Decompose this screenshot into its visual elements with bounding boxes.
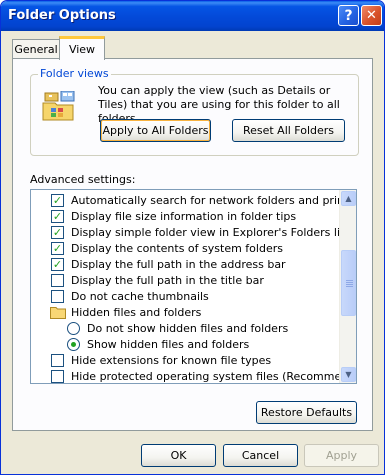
scroll-thumb[interactable] (341, 250, 356, 316)
close-button[interactable]: ✕ (361, 5, 382, 26)
unchecked-checkbox-icon[interactable] (51, 369, 64, 383)
setting-radio-row[interactable]: Do not show hidden files and folders (67, 320, 288, 336)
scroll-down-button[interactable]: ▼ (341, 367, 356, 382)
setting-checkbox-row[interactable]: ✓ Display the contents of system folders (51, 240, 283, 256)
ok-button[interactable]: OK (141, 444, 216, 467)
restore-defaults-button[interactable]: Restore Defaults (256, 401, 357, 424)
advanced-settings-scrollbar[interactable]: ▲ ▼ (339, 190, 356, 383)
checked-checkbox-icon[interactable]: ✓ (51, 241, 64, 255)
setting-checkbox-row[interactable]: ✓ Display file size information in folder… (51, 208, 296, 224)
setting-checkbox-row[interactable]: ✓ Display the full path in the address ba… (51, 256, 286, 272)
setting-checkbox-row[interactable]: Hide extensions for known file types (51, 352, 271, 368)
unchecked-checkbox-icon[interactable] (51, 353, 64, 367)
help-button[interactable]: ? (338, 5, 359, 26)
setting-label: Display file size information in folder … (71, 209, 297, 223)
apply-button[interactable]: Apply (304, 444, 379, 467)
view-tab-panel: Folder views You can apply the view (suc… (12, 58, 373, 431)
checked-checkbox-icon[interactable]: ✓ (51, 209, 64, 223)
title-bar[interactable]: Folder Options ? ✕ (1, 1, 384, 31)
folder-options-window: Folder Options ? ✕ General View Folder v… (0, 0, 385, 475)
unselected-radio-icon[interactable] (67, 321, 80, 335)
setting-label: Do not cache thumbnails (71, 289, 209, 303)
setting-label: Display the contents of system folders (71, 241, 283, 255)
setting-checkbox-row[interactable]: Do not cache thumbnails (51, 288, 209, 304)
setting-label: Display the full path in the address bar (71, 257, 286, 271)
setting-checkbox-row[interactable]: Hide protected operating system files (R… (51, 368, 357, 383)
setting-checkbox-row[interactable]: Display the full path in the title bar (51, 272, 264, 288)
setting-checkbox-row[interactable]: ✓ Automatically search for network folder… (51, 192, 357, 208)
setting-checkbox-row[interactable]: ✓ Display simple folder view in Explorer'… (51, 224, 350, 240)
setting-group-row: Hidden files and folders (50, 304, 201, 320)
scroll-up-button[interactable]: ▲ (341, 191, 356, 206)
unchecked-checkbox-icon[interactable] (51, 289, 64, 303)
setting-label: Show hidden files and folders (87, 337, 250, 351)
folder-views-label: Folder views (38, 67, 111, 80)
setting-label: Automatically search for network folders… (71, 193, 357, 207)
folder-views-group: Folder views You can apply the view (suc… (30, 67, 359, 156)
tab-view[interactable]: View (59, 36, 105, 60)
setting-label: Display the full path in the title bar (71, 273, 264, 287)
setting-radio-row[interactable]: Show hidden files and folders (67, 336, 249, 352)
checked-checkbox-icon[interactable]: ✓ (51, 193, 64, 207)
apply-to-all-folders-button[interactable]: Apply to All Folders (100, 119, 211, 142)
reset-all-folders-button[interactable]: Reset All Folders (232, 119, 345, 142)
folder-icon (50, 306, 66, 319)
setting-label: Hide extensions for known file types (71, 353, 272, 367)
setting-label: Display simple folder view in Explorer's… (71, 225, 351, 239)
setting-label: Do not show hidden files and folders (87, 321, 289, 335)
setting-label: Hidden files and folders (71, 305, 202, 319)
tab-general[interactable]: General (12, 39, 60, 59)
folder-views-icon (42, 91, 75, 121)
selected-radio-icon[interactable] (67, 337, 80, 351)
window-title: Folder Options (8, 8, 116, 23)
unchecked-checkbox-icon[interactable] (51, 273, 64, 287)
checked-checkbox-icon[interactable]: ✓ (51, 225, 64, 239)
setting-label: Hide protected operating system files (R… (71, 369, 357, 383)
advanced-settings-list[interactable]: ✓ Automatically search for network folder… (30, 189, 357, 384)
advanced-settings-label: Advanced settings: (30, 173, 136, 186)
cancel-button[interactable]: Cancel (223, 444, 298, 467)
checked-checkbox-icon[interactable]: ✓ (51, 257, 64, 271)
